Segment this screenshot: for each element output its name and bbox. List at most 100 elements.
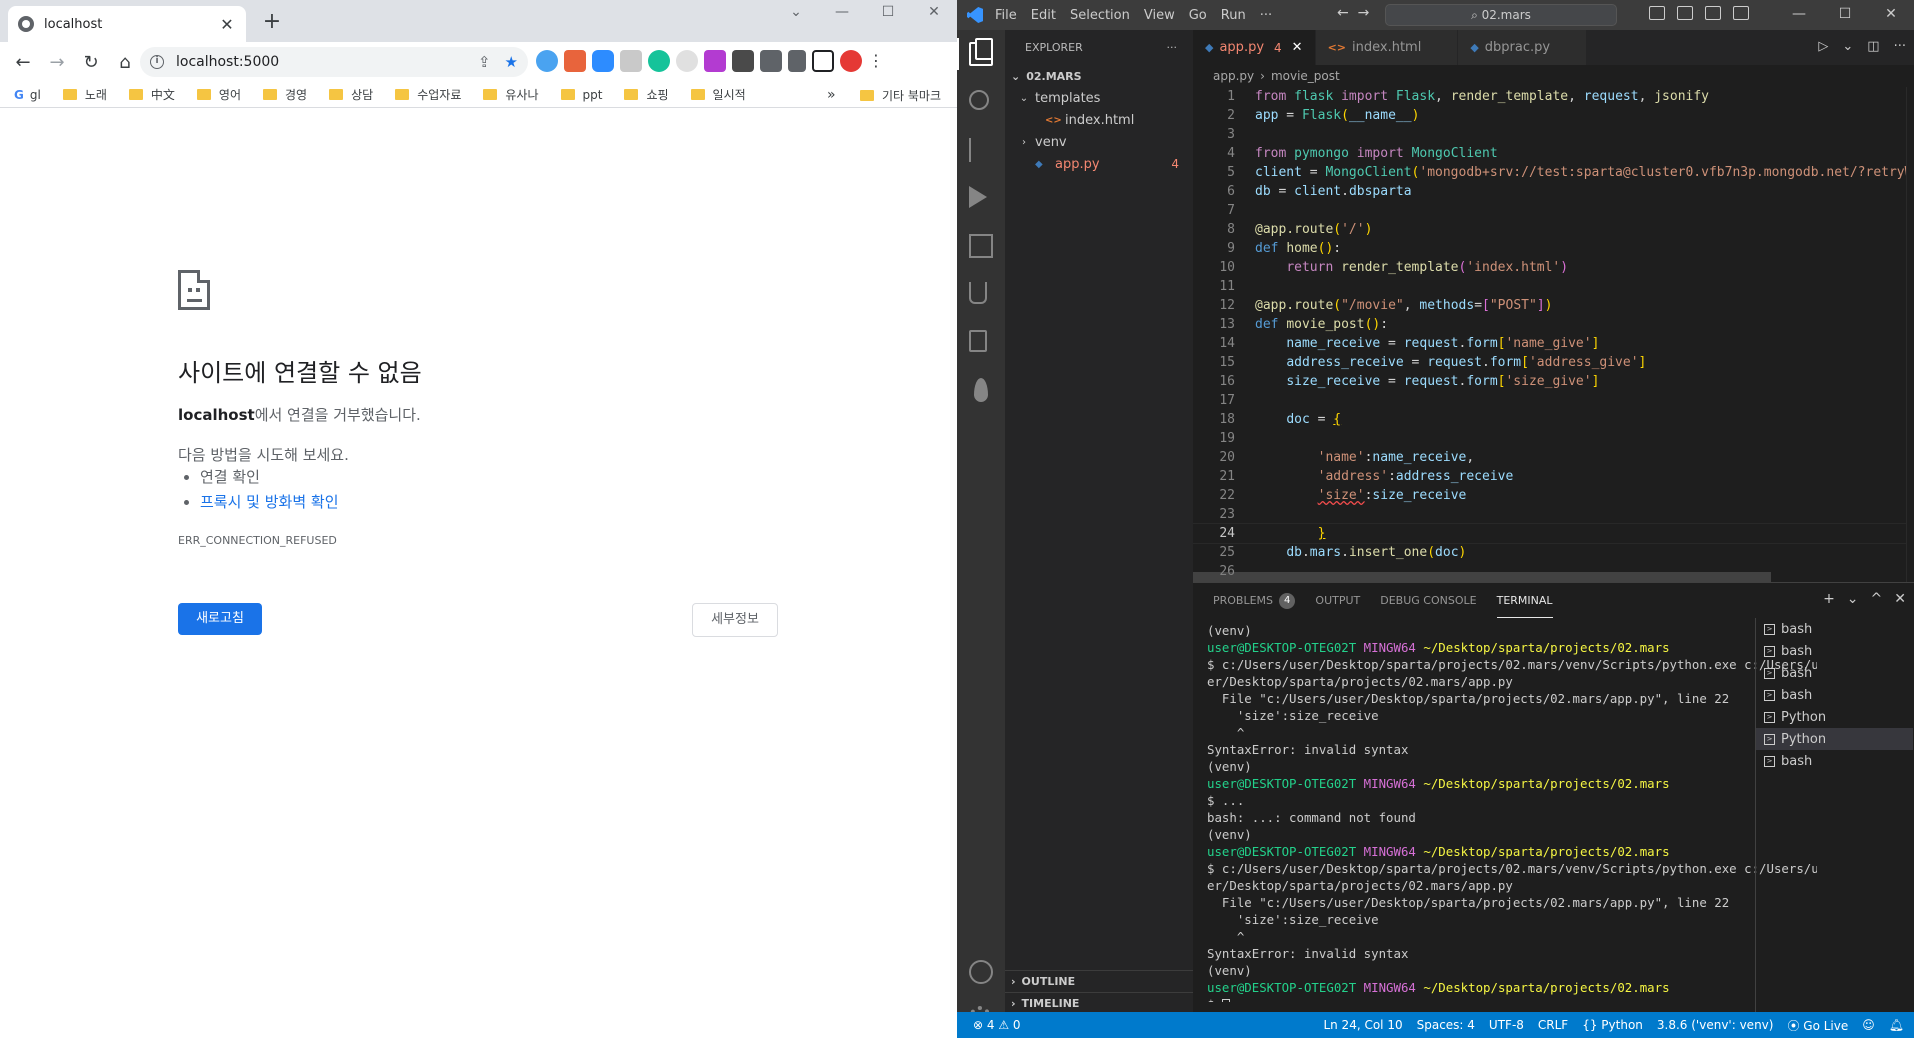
puzzle-extension-icon[interactable] <box>760 50 782 72</box>
image-extension-icon[interactable] <box>620 50 642 72</box>
hand-extension-icon[interactable] <box>676 50 698 72</box>
menu-item[interactable]: File <box>995 8 1017 23</box>
bookmark-item[interactable]: 상담 <box>329 86 373 103</box>
encoding[interactable]: UTF-8 <box>1489 1018 1524 1032</box>
n-extension-icon[interactable] <box>732 50 754 72</box>
media-icon[interactable] <box>788 50 806 72</box>
menu-item[interactable]: Edit <box>1031 8 1056 23</box>
command-center-search[interactable]: ⌕ 02.mars <box>1385 4 1617 26</box>
profile-avatar[interactable] <box>840 50 862 72</box>
back-button[interactable]: ← <box>8 47 38 77</box>
tree-item[interactable]: ◆ app.py 4 <box>1005 153 1193 175</box>
bookmark-star-icon[interactable]: ★ <box>505 53 518 71</box>
forward-button[interactable]: → <box>42 47 72 77</box>
feedback-icon[interactable]: ☺ <box>1862 1018 1875 1032</box>
more-actions-icon[interactable]: ··· <box>1894 39 1906 54</box>
tree-item[interactable]: › venv <box>1005 131 1193 153</box>
minimize-button[interactable]: — <box>1776 0 1822 30</box>
bookmark-item[interactable]: 유사나 <box>483 86 539 103</box>
maximize-panel-icon[interactable]: ^ <box>1871 591 1883 607</box>
bookmark-item[interactable]: 영어 <box>196 86 241 103</box>
terminal-instance[interactable]: > bash <box>1756 684 1913 706</box>
menu-item[interactable]: Run <box>1221 8 1246 23</box>
outline-section[interactable]: › OUTLINE <box>1005 970 1193 992</box>
cursor-position[interactable]: Ln 24, Col 10 <box>1323 1018 1402 1032</box>
maximize-button[interactable]: ☐ <box>1822 0 1868 30</box>
grammarly-extension-icon[interactable] <box>648 50 670 72</box>
run-debug-icon[interactable] <box>969 186 987 208</box>
explorer-icon[interactable] <box>969 38 993 66</box>
language-mode[interactable]: {} Python <box>1582 1018 1643 1032</box>
tab-debug-console[interactable]: DEBUG CONSOLE <box>1380 583 1476 618</box>
code-editor[interactable]: 1 from flask import Flask, render_templat… <box>1193 87 1914 582</box>
tree-item[interactable]: <> index.html <box>1005 109 1193 131</box>
ex-extension-icon[interactable] <box>564 50 586 72</box>
toggle-secondary-sidebar-icon[interactable] <box>1705 6 1721 20</box>
tab-terminal[interactable]: TERMINAL <box>1496 583 1553 618</box>
testing-icon[interactable] <box>969 282 987 304</box>
terminal-instance[interactable]: > bash <box>1756 750 1913 772</box>
tree-item[interactable]: ⌄ templates <box>1005 87 1193 109</box>
workspace-root[interactable]: ⌄ 02.MARS <box>1005 65 1193 87</box>
bookmark-item[interactable]: 노래 <box>62 86 107 103</box>
account-icon[interactable] <box>969 960 993 984</box>
breadcrumb-file[interactable]: app.py <box>1213 69 1254 83</box>
terminal-input-line[interactable]: $ <box>1207 996 1817 1002</box>
breadcrumb-symbol[interactable]: movie_post <box>1271 69 1340 83</box>
run-dropdown-icon[interactable]: ⌄ <box>1842 39 1853 54</box>
close-tab-icon[interactable]: ✕ <box>218 15 236 34</box>
go-live-button[interactable]: ⦿ Go Live <box>1787 1017 1848 1034</box>
menu-item[interactable]: View <box>1144 8 1175 23</box>
terminal-instance[interactable]: > Python <box>1756 706 1913 728</box>
reload-button[interactable]: ↻ <box>76 47 106 77</box>
editor-tab[interactable]: ◆ app.py 4 ✕ <box>1193 30 1316 65</box>
suggestion-item[interactable]: 프록시 및 방화벽 확인 <box>200 491 339 512</box>
tab-search-icon[interactable]: ⌄ <box>773 0 819 26</box>
editor-tab[interactable]: ◆ dbprac.py <box>1458 30 1588 65</box>
terminal-instance[interactable]: > bash <box>1756 662 1913 684</box>
tab-problems[interactable]: PROBLEMS 4 <box>1213 583 1296 618</box>
bookmark-item[interactable]: 中文 <box>128 86 175 103</box>
python-interpreter[interactable]: 3.8.6 ('venv': venv) <box>1657 1018 1774 1032</box>
timeline-section[interactable]: › TIMELINE <box>1005 992 1193 1014</box>
document-icon[interactable] <box>969 330 987 352</box>
new-tab-button[interactable]: + <box>258 9 286 34</box>
share-icon[interactable]: ⇪ <box>478 53 491 71</box>
zoom-extension-icon[interactable] <box>592 50 614 72</box>
bookmark-item[interactable]: 일시적 <box>690 86 746 103</box>
terminal-instance[interactable]: > bash <box>1756 640 1913 662</box>
close-window-button[interactable]: ✕ <box>911 0 957 26</box>
source-control-icon[interactable] <box>969 138 989 162</box>
bookmark-item[interactable]: ppt <box>560 88 602 102</box>
site-info-icon[interactable]: i <box>150 55 164 69</box>
details-button[interactable]: 세부정보 <box>692 603 778 637</box>
vertical-scrollbar[interactable] <box>1906 87 1914 582</box>
home-button[interactable]: ⌂ <box>110 47 140 77</box>
run-python-icon[interactable]: ▷ <box>1818 39 1828 54</box>
nav-arrows[interactable]: ← → <box>1337 5 1369 21</box>
menu-item[interactable]: Go <box>1189 8 1207 23</box>
editor-tab[interactable]: <> index.html <box>1315 30 1459 65</box>
tab-output[interactable]: OUTPUT <box>1315 583 1360 618</box>
purple-extension-icon[interactable] <box>704 50 726 72</box>
close-panel-icon[interactable]: ✕ <box>1894 591 1906 607</box>
indentation[interactable]: Spaces: 4 <box>1417 1018 1475 1032</box>
terminal-instance[interactable]: > Python <box>1756 728 1913 750</box>
other-bookmarks[interactable]: 기타 북마크 <box>860 87 941 104</box>
minimize-button[interactable]: — <box>819 0 865 26</box>
menu-item[interactable]: Selection <box>1070 8 1130 23</box>
cloud-extension-icon[interactable] <box>536 50 558 72</box>
terminal-output[interactable]: (venv) user@DESKTOP-OTEG02T MINGW64 ~/De… <box>1207 622 1817 1002</box>
terminal-dropdown-icon[interactable]: ⌄ <box>1847 591 1859 607</box>
chrome-menu-icon[interactable]: ⋮ <box>868 50 884 72</box>
toggle-panel-icon[interactable] <box>1677 6 1693 20</box>
split-editor-icon[interactable]: ◫ <box>1867 39 1879 54</box>
bookmark-item[interactable]: Ggl <box>14 88 41 102</box>
close-icon[interactable]: ✕ <box>1292 40 1303 55</box>
customize-layout-icon[interactable] <box>1733 6 1749 20</box>
browser-tab[interactable]: localhost ✕ <box>8 6 246 42</box>
reload-page-button[interactable]: 새로고침 <box>178 603 262 635</box>
mongodb-leaf-icon[interactable] <box>974 378 988 402</box>
url-text[interactable]: localhost:5000 <box>176 54 464 70</box>
omnibox[interactable]: i localhost:5000 ⇪ ★ <box>140 47 528 77</box>
